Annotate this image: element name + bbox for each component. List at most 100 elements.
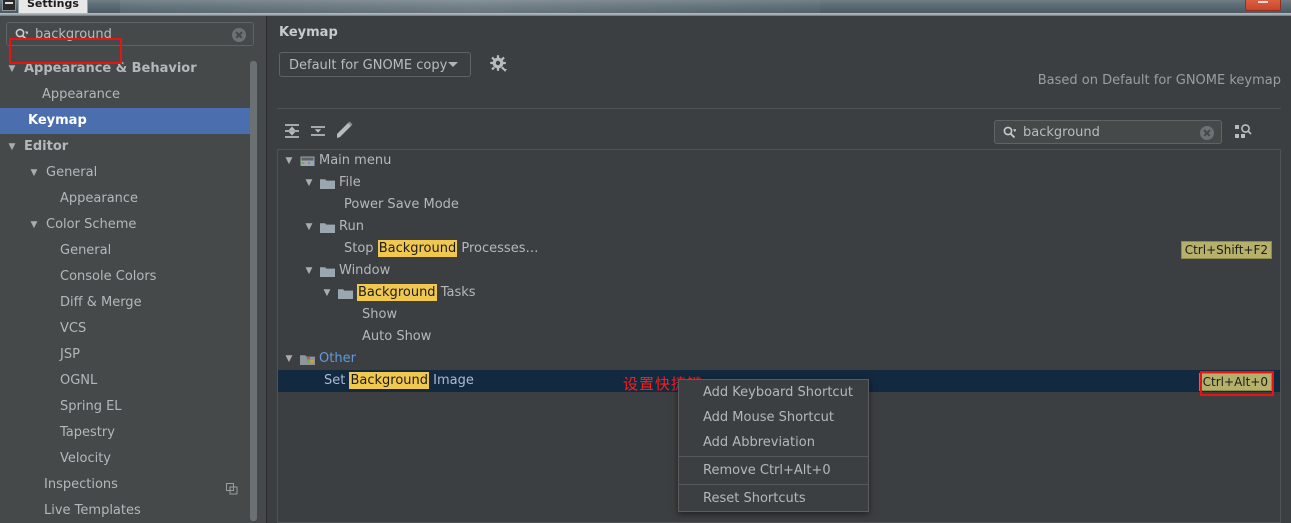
keymap-tree-row[interactable]: Show bbox=[278, 304, 1280, 326]
main-menu-icon bbox=[300, 154, 315, 168]
sidebar-item-label: General bbox=[60, 243, 112, 258]
other-group-icon bbox=[300, 352, 315, 366]
keymap-action-label: File bbox=[339, 175, 361, 190]
keymap-tree-row[interactable]: ▼ File bbox=[278, 172, 1280, 194]
chevron-down-icon[interactable]: ▼ bbox=[282, 150, 296, 172]
app-icon bbox=[2, 0, 16, 11]
keymap-tree-row[interactable]: ▼ Main menu bbox=[278, 150, 1280, 172]
expand-all-icon[interactable] bbox=[279, 118, 305, 144]
sidebar-item-label: Spring EL bbox=[60, 399, 122, 414]
sidebar-item-spring-el[interactable]: Spring EL bbox=[0, 394, 252, 420]
sidebar-item-tapestry[interactable]: Tapestry bbox=[0, 420, 252, 446]
clear-icon[interactable] bbox=[232, 28, 246, 42]
keymap-action-label: Stop Background Processes… bbox=[344, 240, 539, 257]
sidebar-item-label: Editor bbox=[24, 139, 69, 154]
sidebar-search bbox=[6, 22, 256, 46]
sidebar-item-label: Inspections bbox=[44, 477, 118, 492]
sidebar-item-label: Velocity bbox=[60, 451, 111, 466]
sidebar-item-diff-merge[interactable]: Diff & Merge bbox=[0, 290, 252, 316]
chevron-down-icon[interactable]: ▼ bbox=[302, 216, 316, 238]
filter-search-box[interactable] bbox=[994, 120, 1222, 144]
chevron-down-icon[interactable]: ▼ bbox=[302, 172, 316, 194]
filter-search-input[interactable] bbox=[1023, 124, 1188, 141]
close-icon[interactable] bbox=[1245, 0, 1281, 11]
context-menu-separator bbox=[679, 484, 868, 485]
sidebar-item-label: Appearance & Behavior bbox=[24, 61, 197, 76]
find-by-shortcut-icon[interactable] bbox=[1233, 122, 1253, 142]
clear-icon[interactable] bbox=[1200, 126, 1214, 140]
context-menu-item[interactable]: Add Mouse Shortcut bbox=[679, 405, 868, 430]
sidebar-scrollbar-thumb[interactable] bbox=[250, 61, 257, 521]
keymap-tree-row[interactable]: Stop Background Processes… Ctrl+Shift+F2 bbox=[278, 238, 1280, 260]
sidebar-item-color-scheme[interactable]: ▼ Color Scheme bbox=[0, 212, 252, 238]
gear-icon[interactable] bbox=[489, 54, 509, 74]
keymap-select[interactable]: Default for GNOME copy bbox=[279, 52, 471, 77]
keymap-action-label: Run bbox=[339, 219, 364, 234]
shortcut-context-menu: Add Keyboard Shortcut Add Mouse Shortcut A… bbox=[678, 379, 869, 512]
keymap-panel: Keymap Default for GNOME copy Based on D… bbox=[267, 16, 1291, 523]
edit-shortcut-icon[interactable] bbox=[331, 118, 357, 144]
sidebar-item-general[interactable]: General bbox=[0, 238, 252, 264]
keymap-tree-row[interactable]: ▼ Background Tasks bbox=[278, 282, 1280, 304]
match-highlight: Background bbox=[377, 240, 458, 257]
chevron-down-icon[interactable]: ▼ bbox=[320, 282, 334, 304]
chevron-down-icon[interactable]: ▼ bbox=[302, 260, 316, 282]
sidebar-item-label: OGNL bbox=[60, 373, 98, 388]
sidebar-tree: ▼ Appearance & Behavior Appearance Keymap ▼ E… bbox=[0, 56, 252, 523]
sidebar-item-appearance[interactable]: Appearance bbox=[0, 82, 252, 108]
chevron-down-icon[interactable]: ▼ bbox=[282, 348, 296, 370]
settings-sidebar: ▼ Appearance & Behavior Appearance Keymap ▼ E… bbox=[0, 16, 267, 523]
chevron-down-icon bbox=[448, 62, 458, 67]
search-icon bbox=[1003, 126, 1016, 139]
keymap-action-label: Background Tasks bbox=[357, 284, 476, 301]
duplicate-icon[interactable] bbox=[226, 479, 238, 495]
sidebar-item-label: JSP bbox=[60, 347, 80, 362]
search-input[interactable] bbox=[35, 26, 225, 43]
keymap-action-label: Auto Show bbox=[362, 329, 432, 344]
sidebar-item-live-templates[interactable]: Live Templates bbox=[0, 498, 252, 523]
settings-dialog: Settings ▼ Appearance & Behavior Appearanc… bbox=[0, 0, 1291, 523]
context-menu-item[interactable]: Reset Shortcuts bbox=[679, 486, 868, 511]
sidebar-item-label: General bbox=[46, 165, 98, 180]
sidebar-item-keymap[interactable]: Keymap bbox=[0, 108, 252, 134]
context-menu-item[interactable]: Remove Ctrl+Alt+0 bbox=[679, 458, 868, 483]
titlebar-gradient bbox=[120, 0, 820, 13]
keymap-tree-row[interactable]: Power Save Mode bbox=[278, 194, 1280, 216]
keymap-action-label: Main menu bbox=[319, 153, 392, 168]
sidebar-item-inspections[interactable]: Inspections bbox=[0, 472, 252, 498]
keymap-action-label: Set Background Image bbox=[324, 372, 474, 389]
based-on-label: Based on Default for GNOME keymap bbox=[1037, 73, 1281, 88]
match-highlight: Background bbox=[349, 372, 430, 389]
collapse-all-icon[interactable] bbox=[305, 118, 331, 144]
chevron-down-icon[interactable]: ▼ bbox=[6, 134, 18, 160]
chevron-down-icon[interactable]: ▼ bbox=[6, 56, 18, 82]
context-menu-item[interactable]: Add Abbreviation bbox=[679, 430, 868, 455]
sidebar-item-label: Color Scheme bbox=[46, 217, 137, 232]
sidebar-item-ognl[interactable]: OGNL bbox=[0, 368, 252, 394]
chevron-down-icon[interactable]: ▼ bbox=[28, 160, 40, 186]
keymap-tree-row[interactable]: ▼ Other bbox=[278, 348, 1280, 370]
keymap-action-label: Power Save Mode bbox=[344, 197, 459, 212]
sidebar-item-appearance-behavior[interactable]: ▼ Appearance & Behavior bbox=[0, 56, 252, 82]
keymap-tree-row[interactable]: ▼ Run bbox=[278, 216, 1280, 238]
sidebar-item-jsp[interactable]: JSP bbox=[0, 342, 252, 368]
sidebar-item-general[interactable]: ▼ General bbox=[0, 160, 252, 186]
context-menu-item[interactable]: Add Keyboard Shortcut bbox=[679, 380, 868, 405]
sidebar-item-label: Appearance bbox=[42, 87, 121, 102]
sidebar-item-velocity[interactable]: Velocity bbox=[0, 446, 252, 472]
sidebar-item-editor[interactable]: ▼ Editor bbox=[0, 134, 252, 160]
chevron-down-icon[interactable]: ▼ bbox=[28, 212, 40, 238]
search-icon bbox=[15, 28, 28, 41]
search-input-box[interactable] bbox=[6, 22, 254, 46]
context-menu-separator bbox=[679, 456, 868, 457]
panel-divider bbox=[277, 108, 1281, 109]
sidebar-item-appearance[interactable]: Appearance bbox=[0, 186, 252, 212]
window-tab-title[interactable]: Settings bbox=[18, 0, 88, 13]
keymap-tree-row[interactable]: ▼ Window bbox=[278, 260, 1280, 282]
keymap-tree-row[interactable]: Auto Show bbox=[278, 326, 1280, 348]
sidebar-item-vcs[interactable]: VCS bbox=[0, 316, 252, 342]
keymap-action-label: Show bbox=[362, 307, 398, 322]
sidebar-item-label: Keymap bbox=[28, 113, 87, 128]
sidebar-item-console-colors[interactable]: Console Colors bbox=[0, 264, 252, 290]
sidebar-item-label: Appearance bbox=[60, 191, 139, 206]
